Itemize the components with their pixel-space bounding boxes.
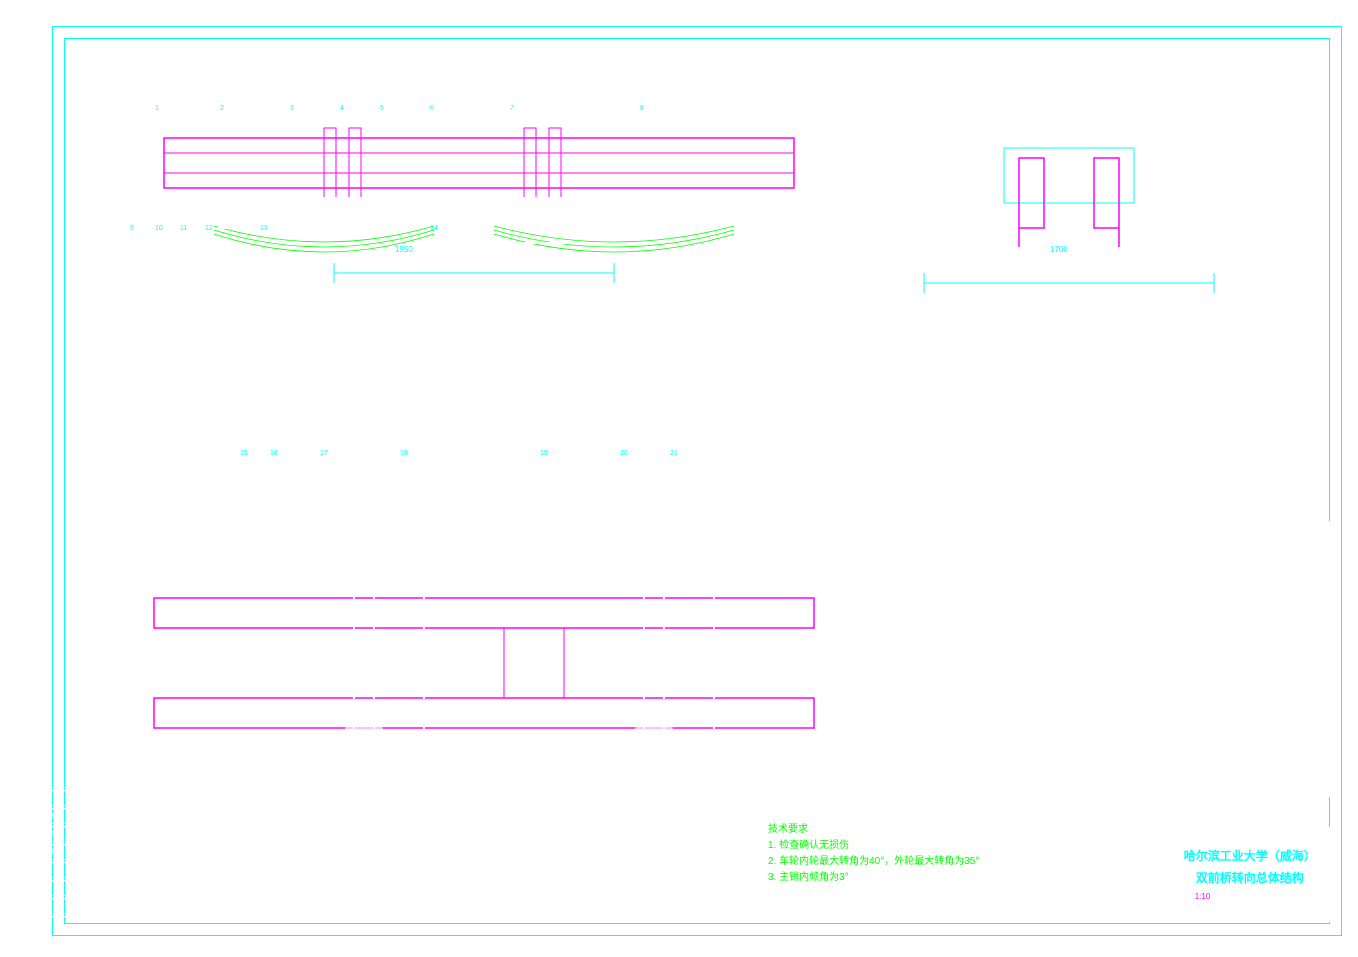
bom-row: 9M22六角开口螺母: [1154, 679, 1329, 692]
bom-row: 20二桥转向横拉杆135: [1154, 523, 1329, 536]
tb-code-hdr: 代号: [1022, 829, 1088, 845]
tech-req-line-1: 1. 检查确认无损伤: [768, 838, 979, 854]
bom-row: 12一桥转向纵拉杆135: [1154, 640, 1329, 653]
bom-row: 13钢板弹簧460Si2Mn: [1154, 627, 1329, 640]
side-label: 借(通)用: [21, 790, 66, 806]
bom-row: 16M36六角开口螺母11: [1154, 588, 1329, 601]
bom-row: 14二桥转向纵拉杆135: [1154, 614, 1329, 627]
drawing-frame-inner: [64, 38, 1330, 924]
bom-row: 5中间拉杆2135: [1154, 731, 1329, 744]
bom-row: 21二桥转向梯形臂135: [1154, 536, 1329, 549]
dim-front-track: 1700: [1050, 245, 1068, 254]
bom-row: 7车架1: [1154, 705, 1329, 718]
side-label: 旧底图总号: [21, 808, 66, 824]
bom-row: 17一桥转向梯形臂135: [1154, 575, 1329, 588]
side-label: 签 字: [21, 862, 66, 878]
bom-row: 10球头销1130Cr: [1154, 666, 1329, 679]
bom-row: 19一桥转向梯形拉杆135: [1154, 562, 1329, 575]
bom-row: 11卡箍11: [1154, 653, 1329, 666]
bom-table: 20二桥转向横拉杆13521二桥转向梯形臂13520二桥119一桥转向梯形拉杆1…: [1152, 521, 1330, 797]
side-label: 底图总号: [21, 844, 66, 860]
bom-row: 8二桥转向节臂140Cr: [1154, 692, 1329, 705]
side-label: 记录编号: [21, 826, 66, 842]
side-label: 日 期: [21, 880, 66, 896]
tb-name-hdr: 名称: [1087, 829, 1171, 845]
bom-row: 1一桥转向摇臂140Cr: [1154, 783, 1329, 796]
tech-req-title: 技术要求: [768, 822, 979, 838]
bom-row: 20二桥1: [1154, 549, 1329, 562]
sheet-count: 共 张 第 张: [1097, 905, 1234, 921]
bom-row: 4一桥转向节臂140Cr: [1154, 744, 1329, 757]
drawing-title: 双前桥转向总体结构: [1171, 867, 1328, 889]
technical-requirements: 技术要求 1. 检查确认无损伤 2. 车轮内轮最大转角为40°，外轮最大转角为3…: [768, 822, 979, 886]
bom-row: 2中间拉杆1135: [1154, 770, 1329, 783]
dim-side-length: 1950: [395, 245, 413, 254]
tech-req-line-2: 2. 车轮内轮最大转角为40°，外轮最大转角为35°: [768, 854, 979, 870]
bom-row: 6二桥转向摇臂140Cr: [1154, 718, 1329, 731]
university: 哈尔滨工业大学（威海）: [1171, 845, 1328, 867]
title-block: 代号 名称 数量 材料 单件 总计 备注 哈尔滨工业大学（威海） 双前桥转向总体…: [1020, 827, 1330, 922]
revision-side-table: 借(通)用旧底图总号记录编号底图总号签 字日 期描 图: [18, 787, 69, 917]
side-label: 描 图: [21, 898, 66, 914]
bom-row: 3中间摇臂140Cr: [1154, 757, 1329, 770]
bom-row: 15一桥1: [1154, 601, 1329, 614]
tech-req-line-3: 3. 主销内倾角为3°: [768, 870, 979, 886]
scale: 1:10: [1171, 889, 1234, 905]
